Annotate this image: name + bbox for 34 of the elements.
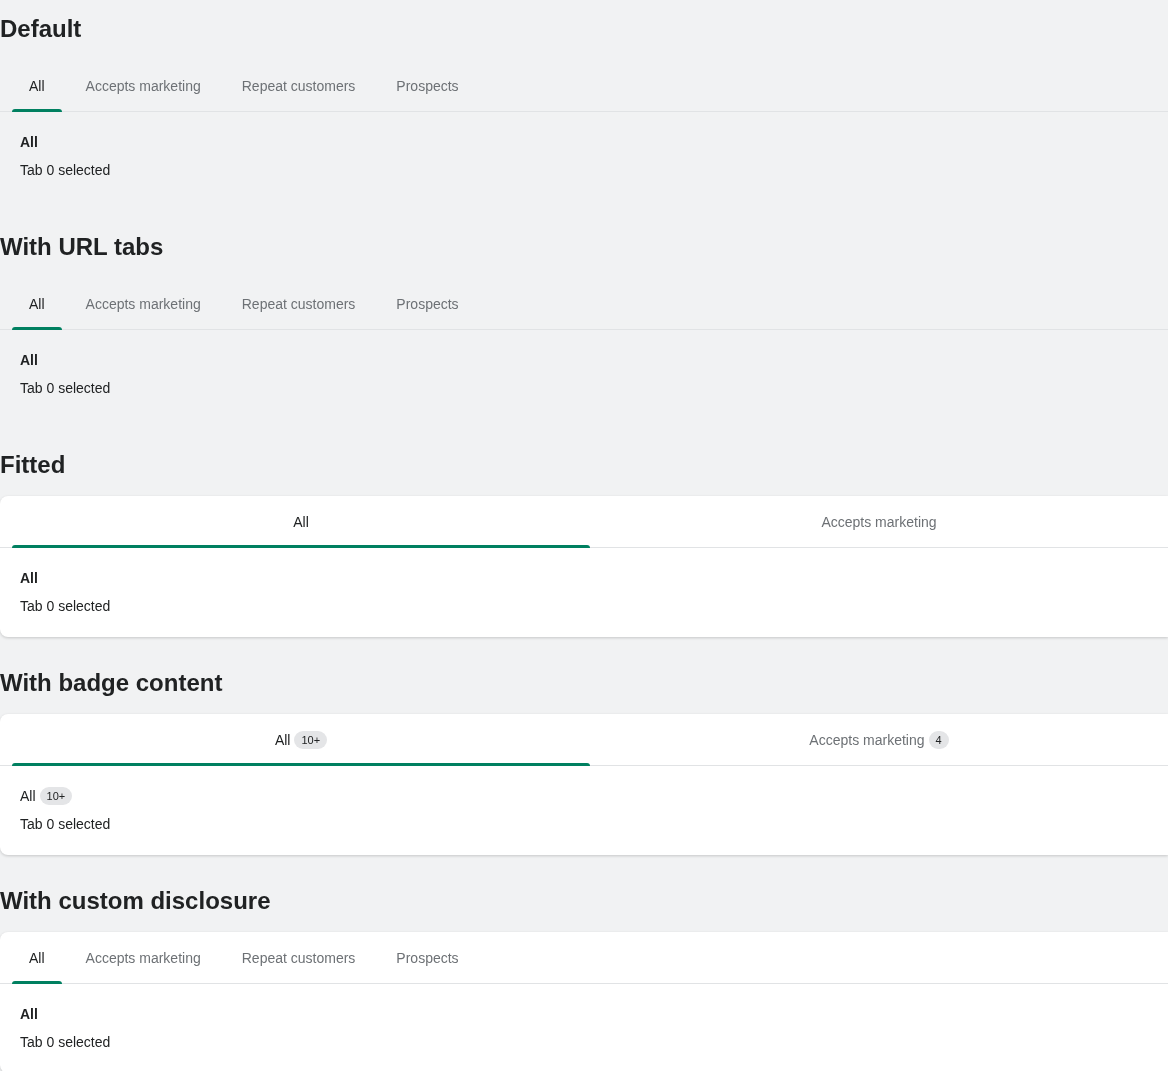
tab[interactable]: Repeat customers	[224, 932, 373, 983]
tab[interactable]: Repeat customers	[224, 60, 373, 111]
panel-text: Tab 0 selected	[20, 161, 111, 180]
tab[interactable]: Accepts marketing	[68, 60, 218, 111]
tab[interactable]: All 10+	[12, 714, 590, 765]
panel-text: Tab 0 selected	[20, 379, 111, 398]
tab[interactable]: All	[12, 932, 62, 983]
count-badge: 10+	[39, 787, 73, 805]
panel-text: Tab 0 selected	[20, 597, 111, 616]
tab[interactable]: Prospects	[379, 60, 476, 111]
tab[interactable]: All	[12, 278, 62, 329]
tab[interactable]: Accepts marketing	[68, 278, 218, 329]
tab[interactable]: Repeat customers	[224, 278, 373, 329]
count-badge: 10+	[294, 730, 328, 749]
panel-heading: All	[20, 352, 38, 368]
tab[interactable]: Prospects	[379, 932, 476, 983]
count-badge: 4	[928, 730, 949, 749]
panel-heading: All	[20, 788, 36, 804]
tab[interactable]: Accepts marketing	[68, 932, 218, 983]
section-title: Default	[0, 15, 82, 43]
section-title: Fitted	[0, 451, 66, 479]
tab[interactable]: All	[12, 496, 590, 547]
tab[interactable]: Prospects	[379, 278, 476, 329]
panel-text: Tab 0 selected	[20, 815, 111, 834]
tab[interactable]: Accepts marketing	[590, 496, 1168, 547]
panel-text: Tab 0 selected	[20, 1033, 111, 1052]
panel-heading: All	[20, 134, 38, 150]
tab[interactable]: All	[12, 60, 62, 111]
section-title: With URL tabs	[0, 233, 164, 261]
panel-heading: All	[20, 1006, 38, 1022]
section-title: With badge content	[0, 669, 223, 697]
panel-heading: All	[20, 570, 38, 586]
tab[interactable]: Accepts marketing 4	[590, 714, 1168, 765]
section-title: With custom disclosure	[0, 887, 271, 915]
